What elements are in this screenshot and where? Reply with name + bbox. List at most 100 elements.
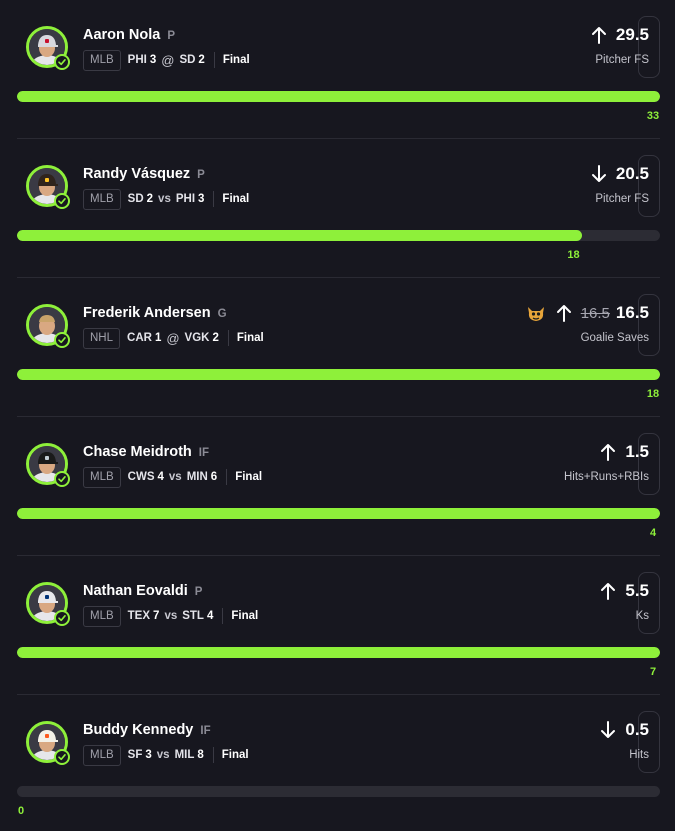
game-score: SD 2 vs PHI 3 xyxy=(128,193,205,205)
player-position: G xyxy=(217,308,227,320)
projection-box[interactable]: 20.5 Pitcher FS xyxy=(591,155,660,217)
actual-result: 7 xyxy=(649,666,657,678)
game-status: Final xyxy=(222,54,250,66)
game-separator: vs xyxy=(164,610,178,622)
actual-result: 18 xyxy=(646,388,660,400)
arrow-up-icon xyxy=(600,443,616,461)
game-score: CAR 1 @ VGK 2 xyxy=(127,331,219,346)
player-header: Randy Vásquez P xyxy=(83,166,205,182)
game-info: MLB SF 3 vs MIL 8 Final xyxy=(83,744,249,766)
pick-card-5[interactable]: Nathan Eovaldi P MLB TEX 7 vs STL 4 Fina… xyxy=(0,556,675,695)
player-position: P xyxy=(197,169,205,181)
stat-type: Pitcher FS xyxy=(595,54,649,66)
projection-box[interactable]: 16.5 16.5 Goalie Saves xyxy=(527,294,660,356)
team-1: PHI xyxy=(127,54,147,66)
game-info: NHL CAR 1 @ VGK 2 Final xyxy=(83,327,264,349)
team-1: SF xyxy=(127,749,143,761)
original-line: 16.5 xyxy=(580,304,610,322)
team-2-score: 8 xyxy=(197,749,204,761)
team-1: SD xyxy=(127,193,144,205)
pick-card-3[interactable]: Frederik Andersen G NHL CAR 1 @ VGK 2 Fi… xyxy=(0,278,675,417)
actual-result: 18 xyxy=(567,249,580,261)
game-separator: @ xyxy=(161,52,175,68)
check-badge-icon xyxy=(54,749,70,765)
projection-box[interactable]: 5.5 Ks xyxy=(601,572,660,634)
actual-result: 4 xyxy=(649,527,657,539)
player-position: IF xyxy=(198,447,209,459)
league-badge: MLB xyxy=(83,744,121,766)
player-pick-list: Aaron Nola P MLB PHI 3 @ SD 2 Final 29.5… xyxy=(0,0,675,831)
check-badge-icon xyxy=(54,471,70,487)
progress-fill xyxy=(17,91,660,102)
game-score: SF 3 vs MIL 8 xyxy=(128,749,204,761)
game-score: PHI 3 @ SD 2 xyxy=(128,53,205,68)
player-position: P xyxy=(167,30,176,42)
league-badge: MLB xyxy=(83,466,121,488)
check-badge-icon xyxy=(54,332,70,348)
team-2: SD xyxy=(179,54,196,66)
actual-result: 0 xyxy=(17,805,25,817)
progress-track xyxy=(17,91,660,102)
game-separator: vs xyxy=(168,471,182,483)
team-1-score: 3 xyxy=(149,54,157,66)
team-2: VGK xyxy=(184,332,210,344)
game-separator: vs xyxy=(156,749,170,761)
projection-line: 0.5 xyxy=(625,720,649,739)
team-2: PHI xyxy=(175,193,196,205)
projection-box[interactable]: 29.5 Pitcher FS xyxy=(591,16,660,78)
game-separator: vs xyxy=(158,193,171,205)
team-1: CAR xyxy=(127,332,152,344)
divider xyxy=(227,330,229,346)
player-header: Nathan Eovaldi P xyxy=(83,583,202,599)
player-position: P xyxy=(194,586,203,598)
league-badge: MLB xyxy=(83,49,121,71)
player-name: Randy Vásquez xyxy=(83,166,191,182)
game-info: MLB PHI 3 @ SD 2 Final xyxy=(83,49,250,71)
player-name: Nathan Eovaldi xyxy=(83,583,188,599)
team-1-score: 2 xyxy=(146,193,154,205)
check-badge-icon xyxy=(54,193,70,209)
game-status: Final xyxy=(221,749,249,761)
divider xyxy=(222,608,224,624)
team-2: MIL xyxy=(174,749,195,761)
progress-track xyxy=(17,369,660,380)
team-1: CWS xyxy=(127,471,155,483)
team-1-score: 4 xyxy=(157,471,164,483)
arrow-up-icon xyxy=(556,304,572,322)
divider xyxy=(226,469,228,485)
player-header: Frederik Andersen G xyxy=(83,305,227,321)
pick-card-2[interactable]: Randy Vásquez P MLB SD 2 vs PHI 3 Final xyxy=(0,139,675,278)
player-header: Buddy Kennedy IF xyxy=(83,722,211,738)
progress-track xyxy=(17,508,660,519)
check-badge-icon xyxy=(54,54,70,70)
player-header: Aaron Nola P xyxy=(83,27,175,43)
pick-card-6[interactable]: Buddy Kennedy IF MLB SF 3 vs MIL 8 Final xyxy=(0,695,675,831)
game-info: MLB SD 2 vs PHI 3 Final xyxy=(83,188,249,210)
arrow-down-icon xyxy=(591,165,607,183)
pick-card-1[interactable]: Aaron Nola P MLB PHI 3 @ SD 2 Final 29.5… xyxy=(0,0,675,139)
actual-result: 33 xyxy=(646,110,660,122)
player-header: Chase Meidroth IF xyxy=(83,444,209,460)
stat-type: Pitcher FS xyxy=(595,193,649,205)
stat-type: Goalie Saves xyxy=(580,332,649,344)
team-2: STL xyxy=(182,610,204,622)
projection-line: 1.5 xyxy=(625,442,649,461)
league-badge: MLB xyxy=(83,188,121,210)
team-2-score: 2 xyxy=(198,54,205,66)
mascot-icon xyxy=(525,303,547,323)
stat-type: Ks xyxy=(635,610,649,622)
projection-box[interactable]: 1.5 Hits+Runs+RBIs xyxy=(564,433,660,495)
game-status: Final xyxy=(236,332,264,344)
projection-box[interactable]: 0.5 Hits xyxy=(601,711,660,773)
player-name: Aaron Nola xyxy=(83,27,161,43)
team-2: MIN xyxy=(186,471,208,483)
projection-line: 16.5 xyxy=(615,303,649,322)
progress-fill xyxy=(17,647,660,658)
player-name: Chase Meidroth xyxy=(83,444,192,460)
pick-card-4[interactable]: Chase Meidroth IF MLB CWS 4 vs MIN 6 Fin… xyxy=(0,417,675,556)
projection-line: 29.5 xyxy=(615,25,649,44)
game-separator: @ xyxy=(166,330,180,346)
team-2-score: 6 xyxy=(210,471,218,483)
arrow-down-icon xyxy=(600,721,616,739)
game-status: Final xyxy=(235,471,263,483)
